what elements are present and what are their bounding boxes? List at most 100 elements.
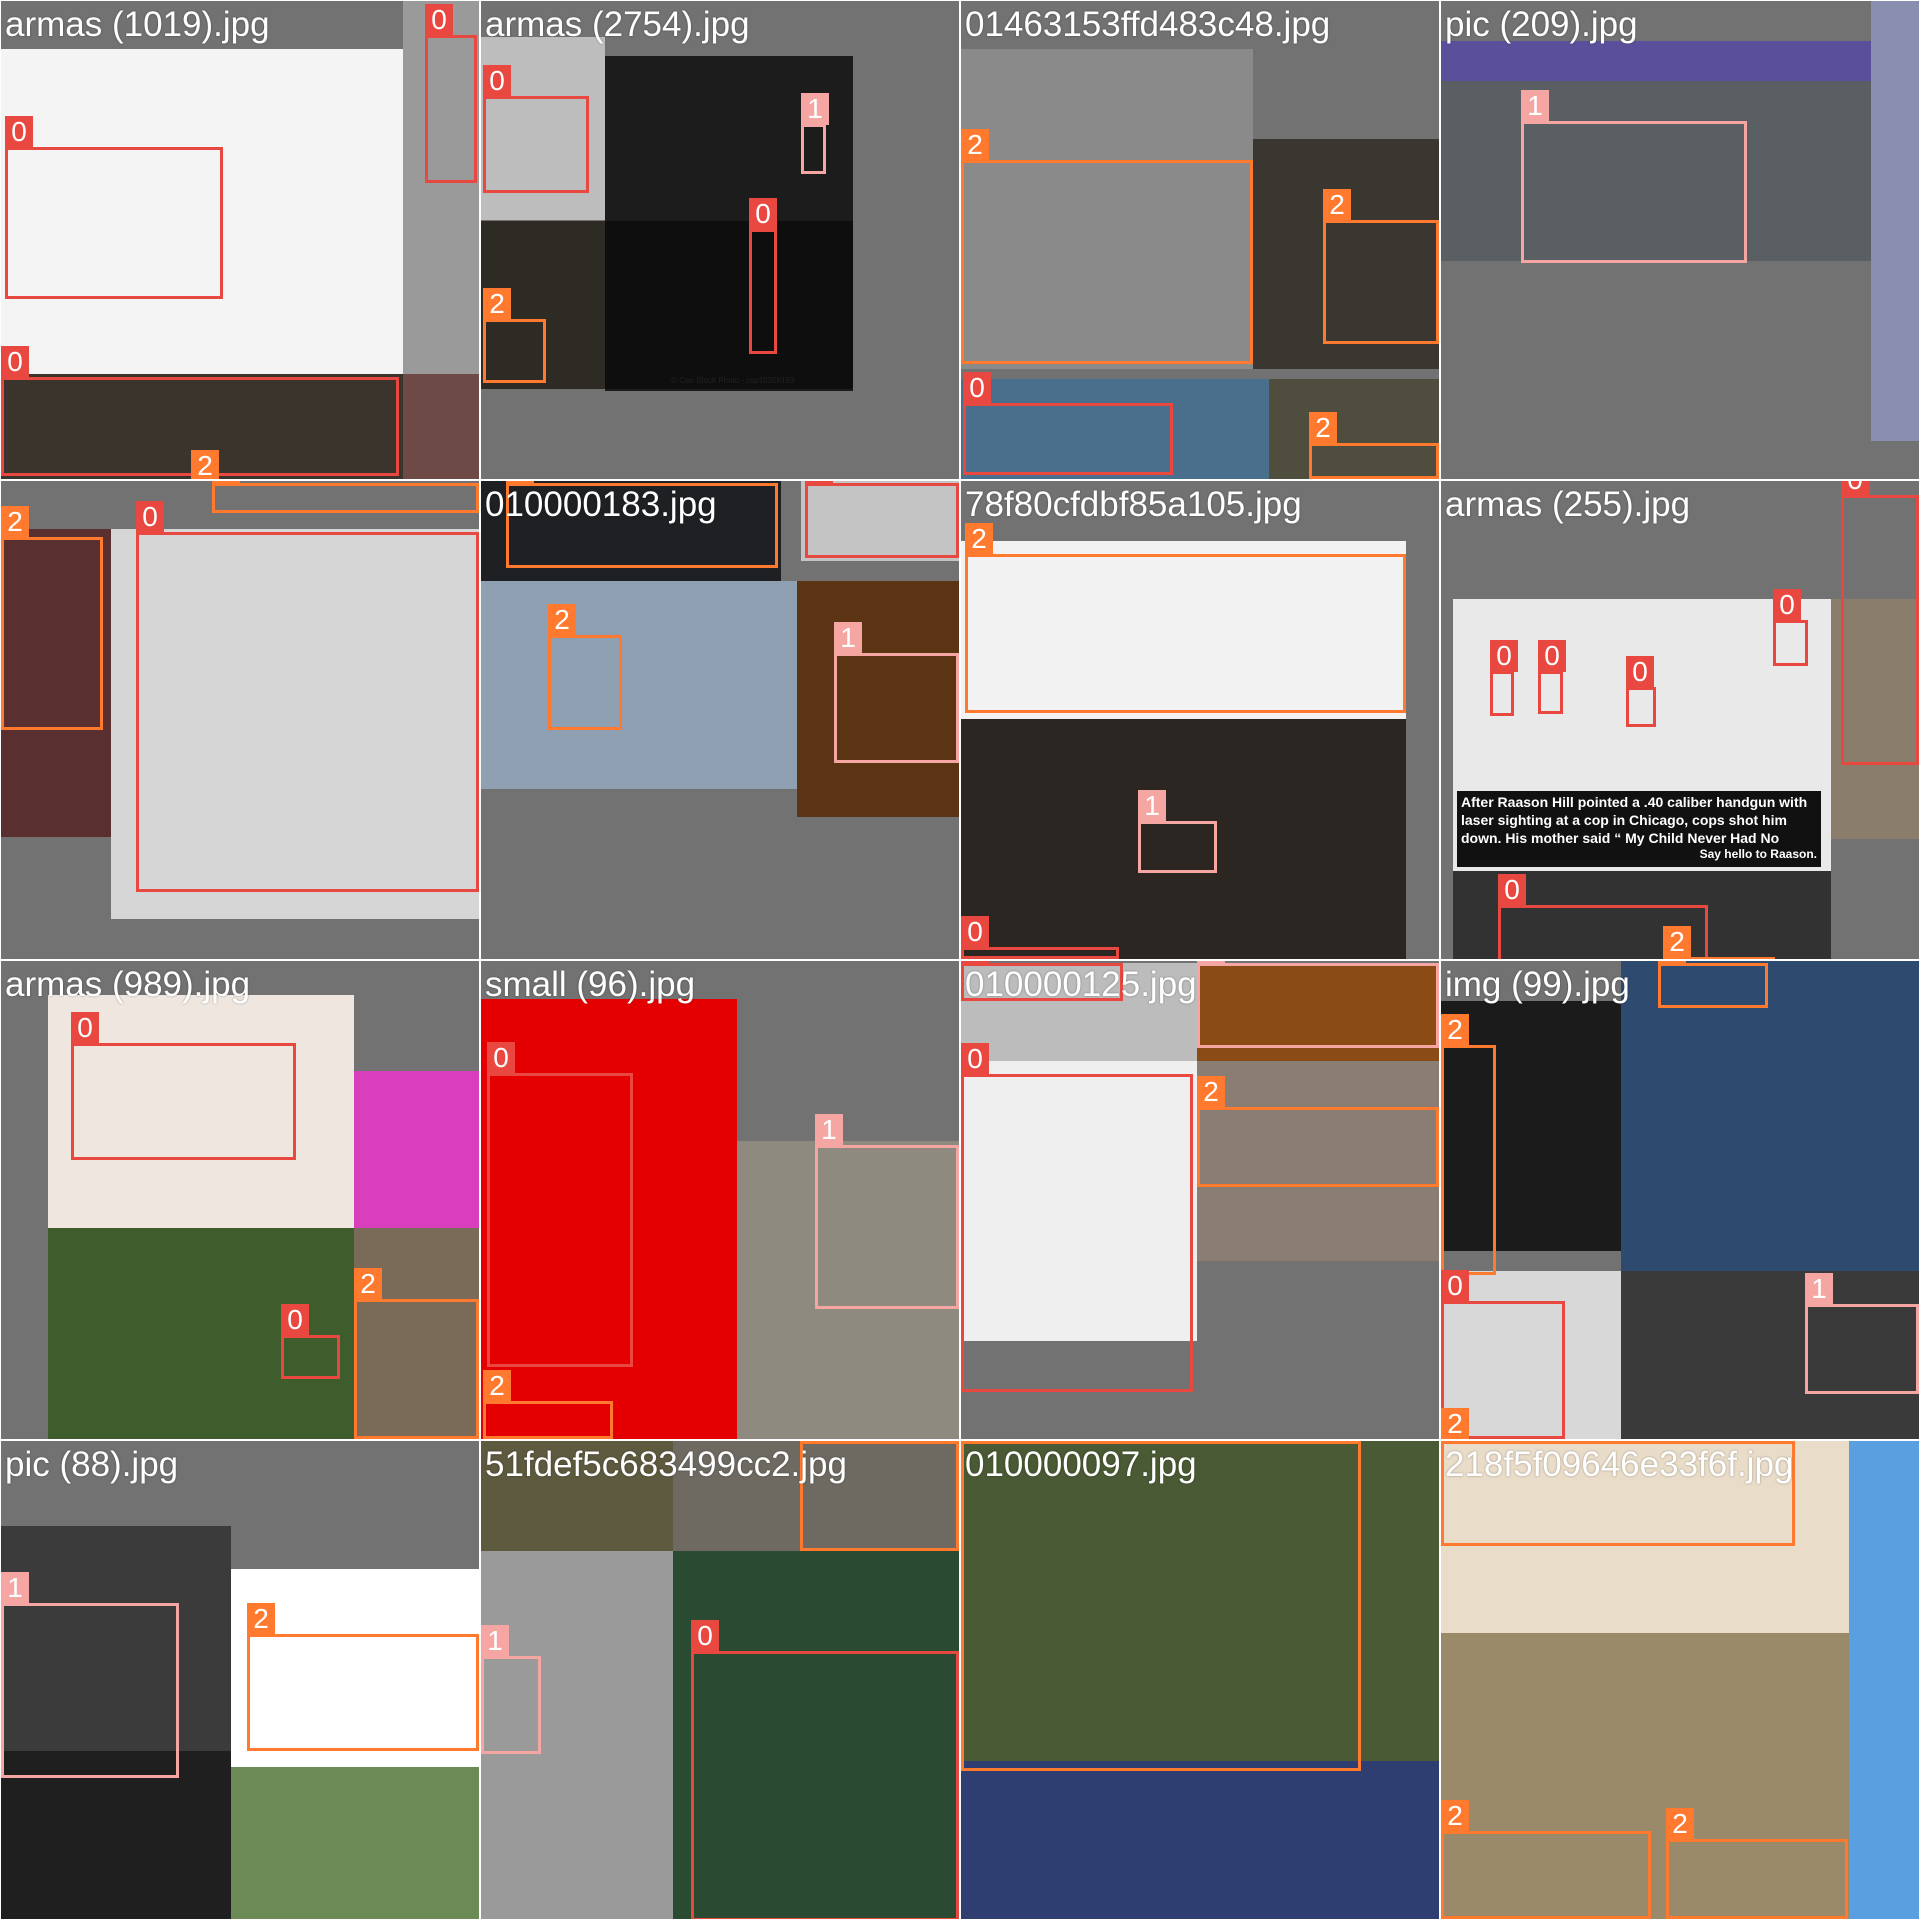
- class-label: 2: [1, 506, 29, 538]
- detection-box: 0: [1841, 481, 1919, 765]
- detection-box: 2: [961, 1441, 1361, 1771]
- photo-red-texture: [403, 374, 479, 479]
- class-label: 0: [1626, 656, 1654, 688]
- class-label: 2: [1309, 412, 1337, 444]
- detection-box: 2: [548, 604, 622, 730]
- class-label: 0: [425, 4, 453, 36]
- tile-title: small (96).jpg: [485, 965, 696, 1004]
- detection-box: 1: [481, 1625, 541, 1754]
- mosaic-tile: 2 1 0 78f80cfdbf85a105.jpg: [961, 481, 1439, 959]
- mosaic-tile: 2 010000097.jpg: [961, 1441, 1439, 1919]
- detection-box: 0: [691, 1620, 959, 1919]
- detection-box: 2: [1663, 926, 1775, 959]
- class-label: 0: [961, 916, 989, 948]
- mosaic-tile: 1 2 pic (88).jpg: [1, 1441, 479, 1919]
- class-label: 2: [506, 481, 534, 484]
- tile-title: img (99).jpg: [1445, 965, 1630, 1004]
- tile-title: 218f5f09646e33f6f.jpg: [1445, 1445, 1794, 1484]
- class-label: 2: [961, 129, 989, 161]
- detection-box: 2: [483, 288, 546, 383]
- photo-magenta-guns: [354, 1071, 479, 1228]
- class-label: 1: [1521, 90, 1549, 122]
- detection-box: 0: [483, 65, 589, 193]
- photo-edge-strip: [1871, 1, 1919, 441]
- class-label: 0: [1441, 1270, 1469, 1302]
- detection-box: 0: [281, 1304, 340, 1379]
- class-label: 0: [1773, 589, 1801, 621]
- news-tagline: Say hello to Raason.: [1457, 847, 1821, 861]
- tile-title: 51fdef5c683499cc2.jpg: [485, 1445, 847, 1484]
- detection-box: 2: [1658, 961, 1768, 1008]
- class-label: 0: [691, 1620, 719, 1652]
- class-label: 1: [1138, 790, 1166, 822]
- class-label: 0: [71, 1012, 99, 1044]
- detection-box: 0: [1538, 640, 1566, 714]
- class-label: 1: [1197, 961, 1225, 964]
- class-label: 0: [749, 198, 777, 230]
- detection-box: 2: [1197, 1076, 1439, 1187]
- detection-box: 2: [483, 1370, 613, 1439]
- class-label: 1: [1805, 1273, 1833, 1305]
- class-label: 0: [963, 372, 991, 404]
- mosaic-tile: 0 1 0 2 © Can Stock Photo - csp10358193 armas…: [481, 1, 959, 479]
- class-label: 2: [483, 288, 511, 320]
- class-label: 2: [191, 450, 219, 479]
- mosaic-tile: 0 1 0 2 010000125.jpg: [961, 961, 1439, 1439]
- class-label: 2: [212, 481, 240, 484]
- class-label: 2: [1197, 1076, 1225, 1108]
- mosaic-tile: 0000002After Raason Hill pointed a .40 c…: [1441, 481, 1919, 959]
- detection-box: 0: [425, 4, 477, 183]
- detection-box: 0: [961, 1043, 1193, 1392]
- mosaic-tile: 2 2 2 218f5f09646e33f6f.jpg: [1441, 1441, 1919, 1919]
- detection-box: 1: [815, 1114, 959, 1309]
- mosaic-tile: 0 0 0 2 armas (1019).jpg: [1, 1, 479, 479]
- class-label: 0: [487, 1042, 515, 1074]
- detection-box: 1: [1, 1572, 179, 1778]
- detection-box: 0: [487, 1042, 633, 1367]
- class-label: 2: [1441, 1014, 1469, 1046]
- photo-tattooed-man: [605, 221, 853, 389]
- class-label: 2: [965, 523, 993, 555]
- detection-box: 0: [749, 198, 777, 354]
- mosaic-tile: 1 pic (209).jpg: [1441, 1, 1919, 479]
- class-label: 0: [1841, 481, 1869, 496]
- tile-title: armas (2754).jpg: [485, 5, 750, 44]
- class-label: 2: [1441, 1800, 1469, 1832]
- detection-box: 1: [1521, 90, 1747, 263]
- detection-box: 1: [801, 93, 829, 174]
- class-label: 1: [834, 622, 862, 654]
- class-label: 0: [1490, 640, 1518, 672]
- class-label: 1: [1, 1572, 29, 1604]
- class-label: 2: [1441, 1441, 1469, 1442]
- photo-banner: [1441, 41, 1871, 81]
- detection-box: 0: [963, 372, 1173, 475]
- class-label: 2: [483, 1370, 511, 1402]
- detection-box: 2: [1309, 412, 1439, 479]
- detection-box: 0: [1490, 640, 1518, 716]
- class-label: 2: [247, 1603, 275, 1635]
- class-label: 2: [1323, 189, 1351, 221]
- class-label: 2: [1663, 926, 1691, 958]
- class-label: 0: [281, 1304, 309, 1336]
- photo-trees: [231, 1767, 479, 1919]
- tile-title: armas (1019).jpg: [5, 5, 270, 44]
- class-label: 0: [136, 501, 164, 533]
- class-label: 0: [1, 346, 29, 378]
- class-label: 1: [815, 1114, 843, 1146]
- detection-box: 0: [805, 481, 959, 558]
- tile-title: 01463153ffd483c48.jpg: [965, 5, 1331, 44]
- tile-title: pic (209).jpg: [1445, 5, 1638, 44]
- mosaic-tile: 2 2 0 2 01463153ffd483c48.jpg: [961, 1, 1439, 479]
- tile-title: armas (255).jpg: [1445, 485, 1691, 524]
- tile-title: 78f80cfdbf85a105.jpg: [965, 485, 1302, 524]
- detection-box: 1: [1197, 961, 1439, 1048]
- detection-box: 2: [1666, 1808, 1848, 1919]
- mosaic-tile: 2 0 2 1 010000183.jpg: [481, 481, 959, 959]
- class-label: 0: [805, 481, 833, 484]
- photo-sky-edge: [1849, 1441, 1919, 1919]
- tile-title: 010000125.jpg: [965, 965, 1197, 1004]
- class-label: 2: [548, 604, 576, 636]
- class-label: 2: [961, 1441, 989, 1442]
- detection-box: 2: [965, 523, 1406, 713]
- class-label: 0: [483, 65, 511, 97]
